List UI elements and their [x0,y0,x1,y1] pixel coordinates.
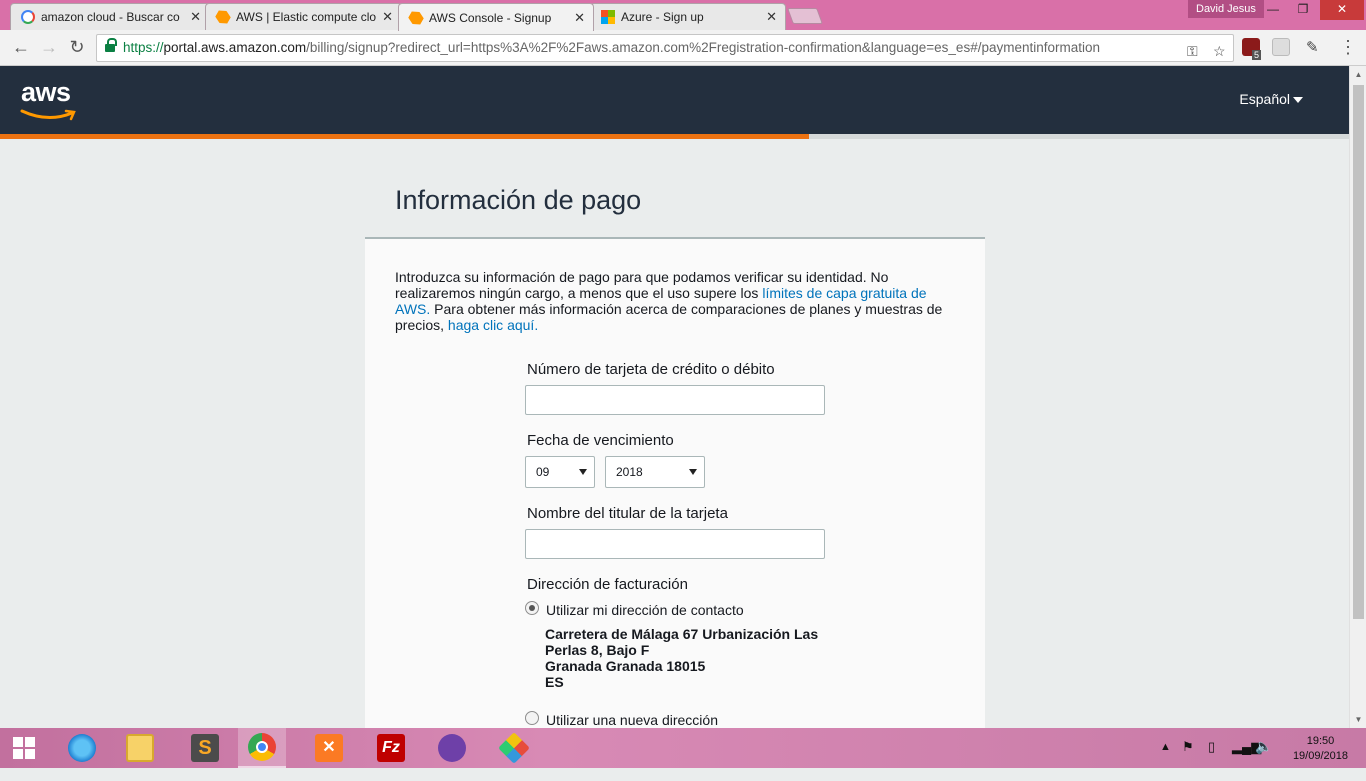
scroll-up-arrow-icon[interactable]: ▲ [1350,66,1366,83]
xampp-icon: ✕ [315,734,343,762]
close-tab-icon[interactable]: ✕ [190,9,201,25]
menu-kebab-icon[interactable]: ⋮ [1336,36,1360,60]
card-number-input[interactable] [525,385,825,415]
bookmark-star-icon[interactable]: ☆ [1213,38,1226,61]
address-line: Granada Granada 18015 [545,658,706,674]
scroll-thumb[interactable] [1353,85,1364,619]
close-tab-icon[interactable]: ✕ [382,9,393,25]
eyedropper-icon[interactable]: ✎ [1306,38,1324,56]
address-line: Perlas 8, Bajo F [545,642,650,658]
extension-badge: 5 [1252,50,1262,60]
address-line: ES [545,674,564,690]
filezilla-icon: Fz [377,734,405,762]
google-icon [21,10,35,24]
card-holder-label: Nombre del titular de la tarjeta [527,505,728,522]
close-tab-icon[interactable]: ✕ [766,9,777,25]
tab-aws-elastic-compute[interactable]: AWS | Elastic compute clo ✕ [205,3,402,30]
url-host: portal.aws.amazon.com [163,40,307,55]
expiry-year-value: 2018 [616,465,643,479]
volume-icon[interactable]: 🔈 [1255,738,1272,778]
microsoft-icon [601,10,615,24]
system-clock[interactable]: 19:50 19/09/2018 [1293,734,1348,764]
contact-address: Carretera de Málaga 67 Urbanización Las … [545,626,818,690]
forward-arrow-icon[interactable]: → [37,36,61,60]
address-line: Carretera de Málaga 67 Urbanización Las [545,626,819,642]
taskbar-internet-explorer[interactable] [58,728,106,768]
close-window-button[interactable]: ✕ [1320,0,1364,20]
github-desktop-icon [438,734,466,762]
clock-time: 19:50 [1306,735,1335,747]
language-selector[interactable]: Español [1239,91,1303,107]
dropdown-arrow-icon [689,469,697,475]
url-path: /billing/signup?redirect_url=https%3A%2F… [306,40,1101,55]
show-hidden-icons-icon[interactable]: ▲ [1160,741,1171,781]
use-new-address-label[interactable]: Utilizar una nueva dirección [546,712,718,728]
language-label: Español [1239,91,1290,107]
taskbar-github-desktop[interactable] [428,728,476,768]
tab-aws-console-signup[interactable]: AWS Console - Signup ✕ [398,3,594,31]
start-button[interactable] [0,728,48,768]
taskbar-filezilla[interactable]: Fz [367,728,415,768]
billing-address-label: Dirección de facturación [527,576,688,593]
tab-azure-signup[interactable]: Azure - Sign up ✕ [590,3,786,30]
profile-badge[interactable]: David Jesus [1188,0,1264,18]
action-flag-icon[interactable]: ⚑ [1182,739,1194,779]
page-content: Información de pago Introduzca su inform… [0,139,1349,737]
taskbar-git-kraken[interactable] [490,728,538,768]
scroll-down-arrow-icon[interactable]: ▼ [1350,711,1366,728]
taskbar-file-explorer[interactable] [116,728,164,768]
aws-header: aws Español [0,66,1349,134]
expiry-year-select[interactable]: 2018 [605,456,705,488]
pdf-extension-icon[interactable] [1272,38,1290,56]
restore-button[interactable]: ❐ [1288,0,1318,20]
power-icon[interactable]: ▯ [1208,739,1215,779]
lock-icon [105,38,117,53]
tab-title: AWS | Elastic compute clo [236,10,377,24]
expiry-month-value: 09 [536,465,550,479]
aws-icon [406,8,425,27]
card-number-label: Número de tarjeta de crédito o débito [527,361,775,378]
internet-explorer-icon [68,734,96,762]
windows-logo-icon [13,737,35,759]
page-title: Información de pago [395,185,642,215]
intro-text: Introduzca su información de pago para q… [395,269,955,333]
tab-title: Azure - Sign up [621,10,704,24]
new-tab-button[interactable] [787,8,823,24]
use-new-address-radio[interactable] [525,711,539,725]
reload-icon[interactable]: ↻ [65,36,89,60]
browser-titlebar: amazon cloud - Buscar co ✕ AWS | Elastic… [0,0,1366,31]
tab-title: AWS Console - Signup [429,10,552,25]
taskbar-sublime-text[interactable]: S [181,728,229,768]
aws-logo[interactable]: aws [21,77,71,108]
page-scrollbar[interactable]: ▲ ▼ [1349,66,1366,728]
tab-title: amazon cloud - Buscar co [41,10,180,24]
key-icon[interactable]: ⚿ [1187,38,1198,61]
payment-form-card: Introduzca su información de pago para q… [365,237,985,737]
browser-toolbar: ← → ↻ https://portal.aws.amazon.com/bill… [0,30,1366,66]
address-bar[interactable]: https://portal.aws.amazon.com/billing/si… [96,34,1234,62]
tab-amazon-cloud-search[interactable]: amazon cloud - Buscar co ✕ [10,3,210,30]
sublime-text-icon: S [191,734,219,762]
use-contact-address-radio[interactable] [525,601,539,615]
file-explorer-icon [126,734,154,762]
url-scheme: https:// [123,40,164,55]
dropdown-arrow-icon [579,469,587,475]
minimize-button[interactable]: — [1258,0,1288,20]
taskbar-chrome[interactable] [238,728,286,768]
git-kraken-icon [498,732,530,764]
back-arrow-icon[interactable]: ← [9,36,33,60]
caret-down-icon [1293,97,1303,104]
close-tab-icon[interactable]: ✕ [574,10,585,26]
use-contact-address-label[interactable]: Utilizar mi dirección de contacto [546,602,744,618]
expiry-label: Fecha de vencimiento [527,432,674,449]
taskbar-xampp[interactable]: ✕ [305,728,353,768]
chrome-icon [248,733,276,761]
clock-date: 19/09/2018 [1292,750,1348,762]
click-here-link[interactable]: haga clic aquí. [448,317,538,333]
card-holder-input[interactable] [525,529,825,559]
aws-icon [213,7,232,26]
expiry-month-select[interactable]: 09 [525,456,595,488]
windows-taskbar: S ✕ Fz ▲ ⚑ ▯ ▂▄▆ 🔈 19:50 19/09/2018 [0,728,1366,768]
aws-smile-icon [20,109,76,121]
